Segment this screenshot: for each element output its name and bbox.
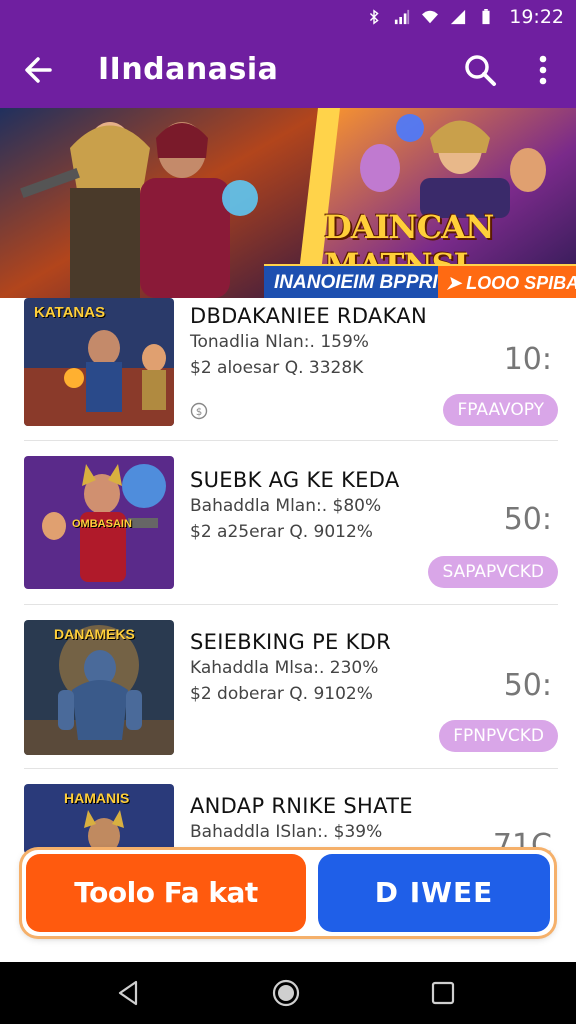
item-stat-1: Bahaddla Mlan:. $80%	[190, 496, 382, 516]
status-bar: 19:22	[0, 0, 576, 32]
game-thumbnail[interactable]: OMBASAIN	[24, 456, 174, 589]
app-bar: IIndanasia	[0, 32, 576, 108]
item-number: 50:	[503, 502, 552, 537]
game-thumbnail[interactable]: DANAMEKS	[24, 620, 174, 755]
nav-home-icon[interactable]	[271, 978, 301, 1008]
search-icon[interactable]	[460, 50, 500, 90]
item-title: SUEBK AG KE KEDA	[190, 468, 400, 492]
item-number: 10:	[503, 342, 552, 377]
game-thumbnail[interactable]: HAMANIS	[24, 784, 174, 854]
banner-strip-right-label: LOOO SPIBA	[466, 273, 576, 293]
item-title: ANDAP RNIKE SHATE	[190, 794, 413, 818]
secondary-action-button[interactable]: D IWEE	[318, 854, 550, 932]
list-item[interactable]: OMBASAIN SUEBK AG KE KEDA Bahaddla Mlan:…	[0, 456, 576, 606]
app-title: IIndanasia	[98, 52, 279, 87]
thumbnail-label: KATANAS	[34, 304, 106, 321]
thumbnail-label: HAMANIS	[64, 790, 130, 806]
battery-icon	[482, 9, 490, 25]
status-time: 19:22	[509, 6, 564, 28]
item-stat-2: $2 aloesar Q. 3328K	[190, 358, 364, 378]
item-title: SEIEBKING PE KDR	[190, 630, 392, 654]
banner-strip-right: ➤ LOOO SPIBA	[438, 264, 576, 298]
divider	[24, 440, 558, 441]
bluetooth-icon	[370, 9, 379, 25]
item-title: DBDAKANIEE RDAKAN	[190, 304, 427, 328]
item-stat-1: Kahaddla Mlsa:. 230%	[190, 658, 379, 678]
promo-banner[interactable]: DAINCAN MATNSI INANOIEIM BPPRI ➤ LOOO SP…	[0, 108, 576, 298]
primary-action-button[interactable]: Toolo Fa kat	[26, 854, 306, 932]
arrow-icon: ➤	[446, 273, 467, 293]
item-number: 50:	[503, 668, 552, 703]
item-action-badge[interactable]: FPAAVOPY	[443, 394, 558, 426]
screen: 19:22 IIndanasia DAINCAN INANOIEIM BPPRI…	[0, 0, 576, 1024]
more-vert-icon[interactable]	[528, 50, 558, 90]
system-nav-bar	[0, 962, 576, 1024]
divider	[24, 604, 558, 605]
bottom-action-bar: Toolo Fa kat D IWEE	[22, 850, 554, 936]
banner-strip-left: INANOIEIM BPPRI	[264, 264, 440, 298]
list-item[interactable]: KATANAS DBDAKANIEE RDAKAN Tonadlia Nlan:…	[0, 298, 576, 440]
item-stat-2: $2 doberar Q. 9102%	[190, 684, 373, 704]
item-action-badge[interactable]: FPNPVCKD	[439, 720, 558, 752]
nav-back-icon[interactable]	[114, 978, 144, 1008]
item-stat-1: Tonadlia Nlan:. 159%	[190, 332, 369, 352]
svg-text:$: $	[196, 407, 202, 418]
nav-recents-icon[interactable]	[428, 978, 458, 1008]
thumbnail-label: OMBASAIN	[72, 518, 132, 530]
list-item[interactable]: DANAMEKS SEIEBKING PE KDR Kahaddla Mlsa:…	[0, 620, 576, 770]
signal-icon	[395, 9, 410, 25]
status-icons: 19:22	[365, 6, 564, 28]
game-thumbnail[interactable]: KATANAS	[24, 298, 174, 426]
item-action-badge[interactable]: SAPAPVCKD	[428, 556, 558, 588]
divider	[24, 768, 558, 769]
item-stat-2: $2 a25erar Q. 9012%	[190, 522, 373, 542]
list-item[interactable]: HAMANIS ANDAP RNIKE SHATE Bahaddla ISlan…	[0, 784, 576, 863]
thumbnail-label: DANAMEKS	[54, 626, 135, 642]
cell-signal-icon	[451, 9, 466, 25]
info-icon[interactable]: $	[190, 402, 208, 420]
back-arrow-icon[interactable]	[20, 50, 60, 90]
wifi-icon	[422, 10, 439, 24]
item-stat-1: Bahaddla ISlan:. $39%	[190, 822, 383, 842]
